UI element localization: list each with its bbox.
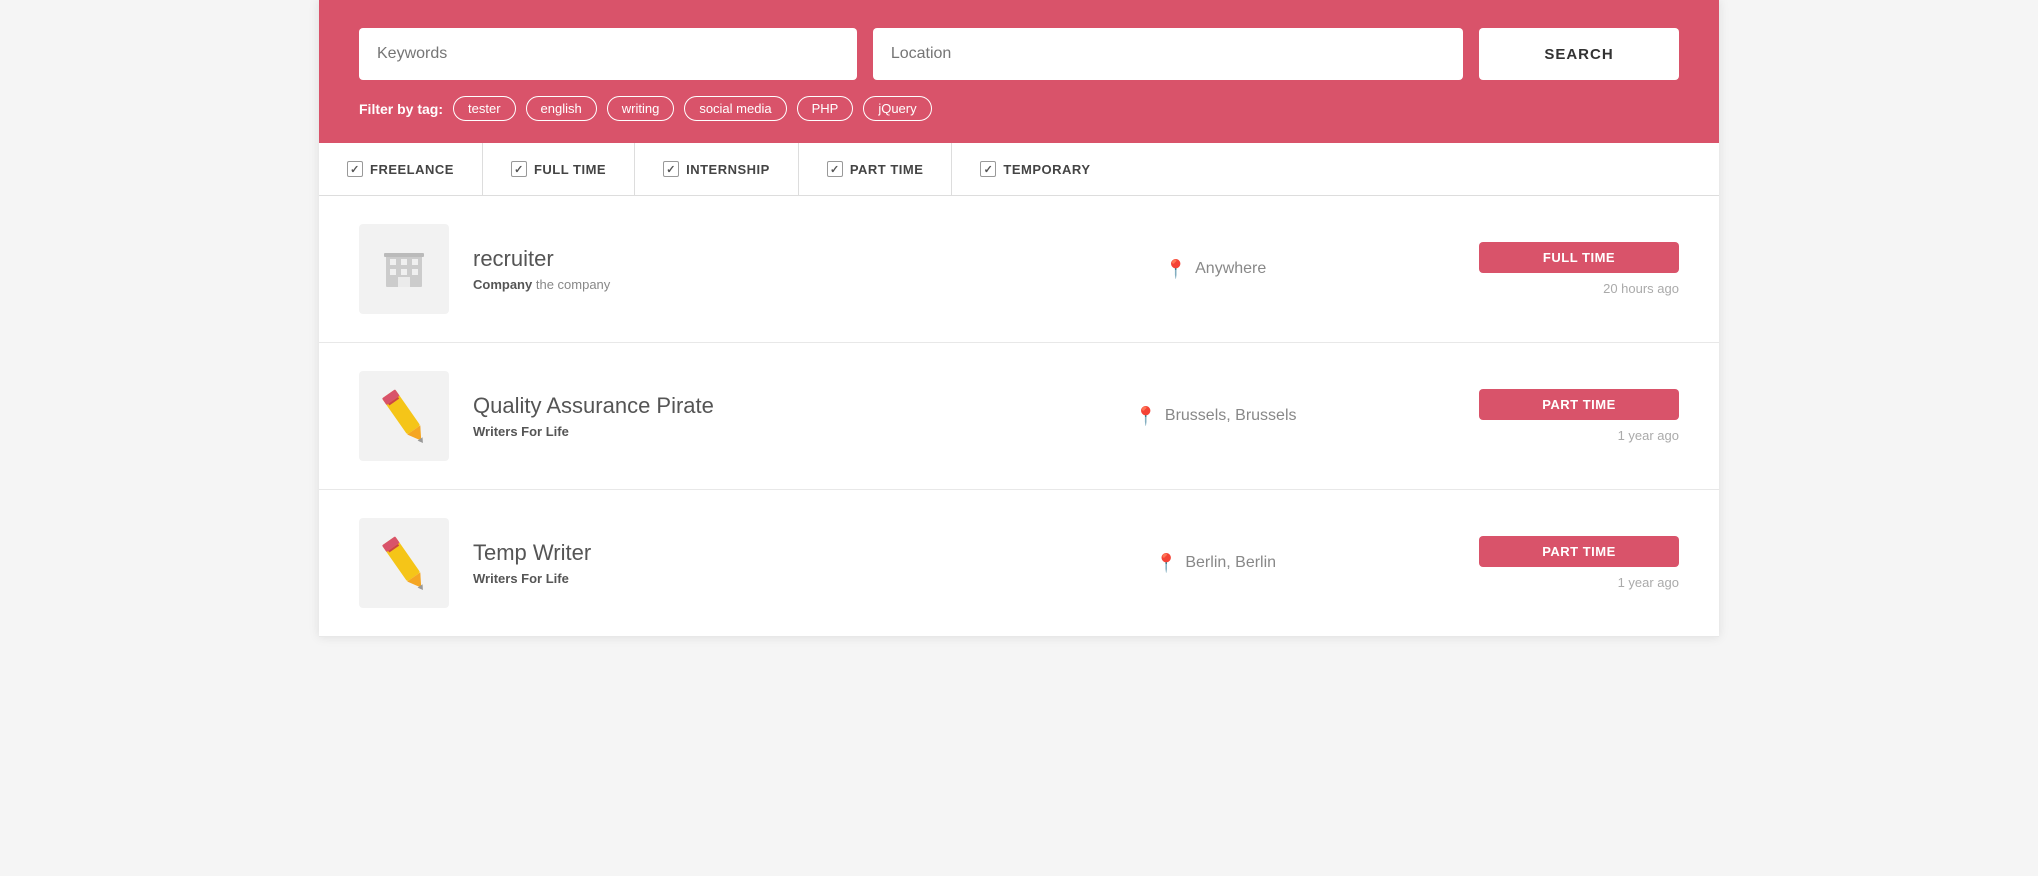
filter-freelance[interactable]: FREELANCE xyxy=(319,143,483,195)
job-type-badge: PART TIME xyxy=(1479,389,1679,420)
company-label: Company xyxy=(473,277,532,292)
job-company: Writers For Life xyxy=(473,424,952,439)
job-type-badge: PART TIME xyxy=(1479,536,1679,567)
pencil-icon xyxy=(369,528,439,598)
job-posted-time: 20 hours ago xyxy=(1479,281,1679,296)
table-row[interactable]: Quality Assurance Pirate Writers For Lif… xyxy=(319,343,1719,490)
job-location: 📍 Berlin, Berlin xyxy=(976,553,1455,574)
pencil-icon xyxy=(369,381,439,451)
part-time-checkbox[interactable] xyxy=(827,161,843,177)
tag-writing[interactable]: writing xyxy=(607,96,675,121)
search-button[interactable]: SEARCH xyxy=(1479,28,1679,80)
tag-english[interactable]: english xyxy=(526,96,597,121)
job-title: Quality Assurance Pirate xyxy=(473,393,952,419)
job-info: Quality Assurance Pirate Writers For Lif… xyxy=(473,393,952,439)
job-location: 📍 Brussels, Brussels xyxy=(976,406,1455,427)
building-icon xyxy=(380,245,428,293)
internship-checkbox[interactable] xyxy=(663,161,679,177)
job-list: recruiter Company the company 📍 Anywhere… xyxy=(319,196,1719,637)
table-row[interactable]: Temp Writer Writers For Life 📍 Berlin, B… xyxy=(319,490,1719,637)
search-header: SEARCH Filter by tag: tester english wri… xyxy=(319,0,1719,143)
job-info: Temp Writer Writers For Life xyxy=(473,540,952,586)
filter-row: Filter by tag: tester english writing so… xyxy=(359,96,1679,121)
job-type-badge: FULL TIME xyxy=(1479,242,1679,273)
filter-full-time[interactable]: FULL TIME xyxy=(483,143,635,195)
tag-php[interactable]: PHP xyxy=(797,96,854,121)
job-posted-time: 1 year ago xyxy=(1479,428,1679,443)
temporary-label: TEMPORARY xyxy=(1003,162,1090,177)
keywords-input[interactable] xyxy=(359,28,857,80)
company-name: Writers For Life xyxy=(473,424,569,439)
company-name: Writers For Life xyxy=(473,571,569,586)
filter-part-time[interactable]: PART TIME xyxy=(799,143,953,195)
part-time-label: PART TIME xyxy=(850,162,924,177)
freelance-checkbox[interactable] xyxy=(347,161,363,177)
location-text: Brussels, Brussels xyxy=(1165,407,1297,425)
temporary-checkbox[interactable] xyxy=(980,161,996,177)
job-meta: PART TIME 1 year ago xyxy=(1479,536,1679,590)
filter-checkboxes: FREELANCE FULL TIME INTERNSHIP PART TIME… xyxy=(319,143,1719,196)
filter-label: Filter by tag: xyxy=(359,101,443,117)
job-logo-building xyxy=(359,224,449,314)
job-location: 📍 Anywhere xyxy=(976,259,1455,280)
job-logo-pencil xyxy=(359,371,449,461)
filter-temporary[interactable]: TEMPORARY xyxy=(952,143,1118,195)
freelance-label: FREELANCE xyxy=(370,162,454,177)
table-row[interactable]: recruiter Company the company 📍 Anywhere… xyxy=(319,196,1719,343)
location-pin-icon: 📍 xyxy=(1134,406,1156,427)
company-name: the company xyxy=(536,277,610,292)
job-title: Temp Writer xyxy=(473,540,952,566)
job-title: recruiter xyxy=(473,246,952,272)
job-info: recruiter Company the company xyxy=(473,246,952,292)
job-logo-pencil-2 xyxy=(359,518,449,608)
job-meta: PART TIME 1 year ago xyxy=(1479,389,1679,443)
app-wrapper: SEARCH Filter by tag: tester english wri… xyxy=(319,0,1719,637)
filter-internship[interactable]: INTERNSHIP xyxy=(635,143,799,195)
full-time-label: FULL TIME xyxy=(534,162,606,177)
location-pin-icon: 📍 xyxy=(1165,259,1187,280)
job-company: Writers For Life xyxy=(473,571,952,586)
job-company: Company the company xyxy=(473,277,952,292)
job-meta: FULL TIME 20 hours ago xyxy=(1479,242,1679,296)
tag-jquery[interactable]: jQuery xyxy=(863,96,931,121)
tag-social-media[interactable]: social media xyxy=(684,96,786,121)
location-input[interactable] xyxy=(873,28,1463,80)
location-text: Anywhere xyxy=(1195,260,1266,278)
location-text: Berlin, Berlin xyxy=(1185,554,1276,572)
job-posted-time: 1 year ago xyxy=(1479,575,1679,590)
location-pin-icon: 📍 xyxy=(1155,553,1177,574)
internship-label: INTERNSHIP xyxy=(686,162,770,177)
full-time-checkbox[interactable] xyxy=(511,161,527,177)
tag-tester[interactable]: tester xyxy=(453,96,516,121)
search-row: SEARCH xyxy=(359,28,1679,80)
